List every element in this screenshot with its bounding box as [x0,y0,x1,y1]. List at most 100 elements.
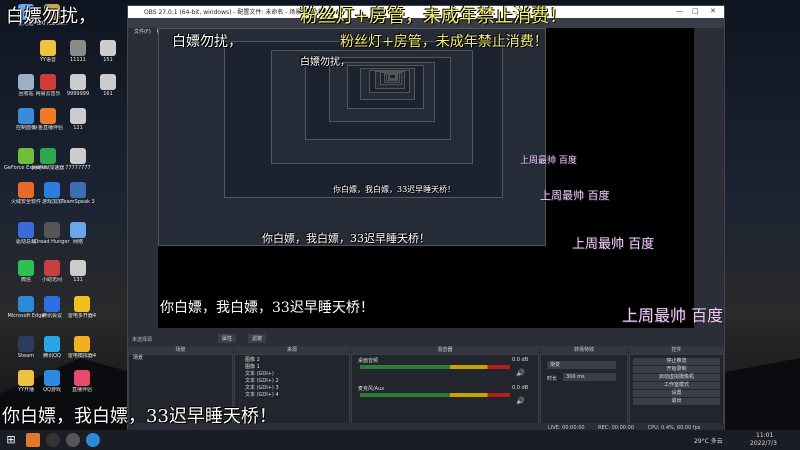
danmu-comment: 你白嫖，我白嫖，33迟早睡天桥！ [333,185,456,194]
danmu-comment: 白嫖勿扰， [172,34,242,50]
windows-start-icon[interactable]: ⊞ [4,433,18,447]
app-icon [40,74,56,90]
desktop-icon[interactable]: TeamSpeak 3 [56,180,100,218]
control-button[interactable]: 停止推流 [633,358,720,365]
desktop-icon[interactable]: 121 [56,106,100,144]
obs-preview-canvas[interactable] [158,28,694,328]
danmu-comment: 上周最帅 百度 [572,237,655,252]
control-button[interactable]: 开始录制 [633,366,720,373]
desktop-icon[interactable]: 雷电多开器4 [60,294,104,332]
source-item[interactable]: 图像 2 [235,357,349,364]
desktop-icon[interactable]: 131 [56,258,100,296]
obs-window: OBS 27.0.1 (64-bit, windows) - 配置文件: 未命名… [127,5,725,434]
desktop-icon[interactable]: 151 [86,38,130,76]
danmu-comment: 上周最帅 百度 [520,156,577,166]
selected-source-label: 未选择源 [132,337,153,343]
danmu-comment: 上周最帅 百度 [540,189,610,202]
app-icon [44,296,60,312]
desktop-icon-label: 161 [103,91,113,97]
app-icon [74,370,90,386]
app-icon [70,260,86,276]
app-icon [44,336,60,352]
app-icon [40,148,56,164]
app-icon [40,108,56,124]
source-item[interactable]: 图像 1 [235,364,349,371]
app-icon [70,182,86,198]
app-icon [70,74,86,90]
speaker-icon[interactable]: 🔊 [516,397,525,405]
transition-select[interactable]: 渐变 [547,361,616,369]
mixer-channel-db: 0.0 dB [512,385,529,391]
danmu-comment: 粉丝灯+房管，未成年禁止消费！ [340,34,548,50]
nested-preview-frame [389,73,397,79]
app-icon [100,74,116,90]
taskbar: ⊞ 29°C 多云 11:01 2022/7/3 [0,430,800,450]
source-item[interactable]: 文本 (GDI+) 2 [235,378,349,385]
app-icon [70,108,86,124]
app-icon [70,148,86,164]
mixer-channel-name: 麦克风/Aux [358,386,385,392]
control-button[interactable]: 工作室模式 [633,382,720,389]
scene-item[interactable]: 场景 [129,355,232,362]
source-item[interactable]: 文本 (GDI+) 4 [235,392,349,399]
desktop-icon-label: 151 [103,57,113,63]
desktop-icon[interactable]: 77777777 [56,146,100,184]
volume-meter [360,365,510,369]
desktop-icon[interactable]: 直播伴侣 [60,368,104,406]
sources-dock-header: 来源 [234,346,350,354]
app-icon [100,40,116,56]
desktop-icon-label: TeamSpeak 3 [61,199,95,205]
app-icon [70,40,86,56]
transitions-dock-header: 转场特效 [540,346,628,354]
desktop-icon[interactable]: 雷电模拟器4 [60,334,104,372]
clock-time[interactable]: 11:01 [756,432,773,439]
desktop-icon-label: 直播伴侣 [71,387,92,393]
desktop-icon[interactable]: 网络 [56,220,100,258]
desktop-icon-label: 121 [73,125,83,131]
scenes-dock-header: 场景 [128,346,233,354]
danmu-comment: 你白嫖，我白嫖，33迟早睡天桥！ [2,406,277,427]
taskbar-app-icon[interactable] [26,433,40,447]
minimize-icon[interactable]: — [676,7,683,15]
app-icon [44,370,60,386]
danmu-comment: 上周最帅 百度 [622,306,724,325]
mixer-channel-db: 0.0 dB [512,357,529,363]
danmu-comment: 白嫖勿扰， [6,6,96,27]
edge-taskbar-icon[interactable] [86,433,100,447]
control-button[interactable]: 退出 [633,398,720,405]
controls-dock-header: 控件 [629,346,724,354]
close-icon[interactable]: ✕ [710,7,716,15]
app-icon [70,222,86,238]
desktop-icon-label: 网络 [72,239,83,245]
app-icon [40,40,56,56]
maximize-icon[interactable]: □ [692,7,699,15]
audio-mixer: 桌面音频 0.0 dB 🔊 麦克风/Aux 0.0 dB 🔊 [351,354,539,426]
desktop-icon-label: 131 [73,277,83,283]
filters-button[interactable]: 滤镜 [248,334,267,343]
mixer-channel-name: 桌面音频 [358,358,379,364]
source-item[interactable]: 文本 (GDI+) [235,371,349,378]
desktop-icon[interactable]: 161 [86,72,130,110]
mixer-dock-header: 混音器 [351,346,539,354]
app-icon [74,296,90,312]
obs-taskbar-icon[interactable] [46,433,60,447]
danmu-comment: 你白嫖，我白嫖，33迟早睡天桥！ [160,300,374,316]
volume-meter [360,393,510,397]
source-item[interactable]: 文本 (GDI+) 3 [235,385,349,392]
speaker-icon[interactable]: 🔊 [516,369,525,377]
obs-window-title: OBS 27.0.1 (64-bit, windows) - 配置文件: 未命名… [144,9,324,16]
menu-item[interactable]: 文件(F) [134,29,151,35]
duration-input[interactable]: 300 ms [563,373,616,381]
taskbar-app-icon[interactable] [66,433,80,447]
controls-panel: 停止推流 开始录制 启动虚拟摄像机 工作室模式 设置 退出 [629,354,724,428]
control-button[interactable]: 启动虚拟摄像机 [633,374,720,381]
clock-date[interactable]: 2022/7/3 [750,440,777,447]
desktop-icon-label: 雷电多开器4 [67,313,97,319]
danmu-comment: 白嫖勿扰， [300,57,350,68]
desktop-icon-label: 77777777 [65,165,91,171]
weather-widget[interactable]: 29°C 多云 [694,436,723,445]
properties-button[interactable]: 属性 [218,334,237,343]
duration-label: 时长 [547,376,558,382]
transitions-panel: 渐变 时长 300 ms [540,354,628,426]
control-button[interactable]: 设置 [633,390,720,397]
